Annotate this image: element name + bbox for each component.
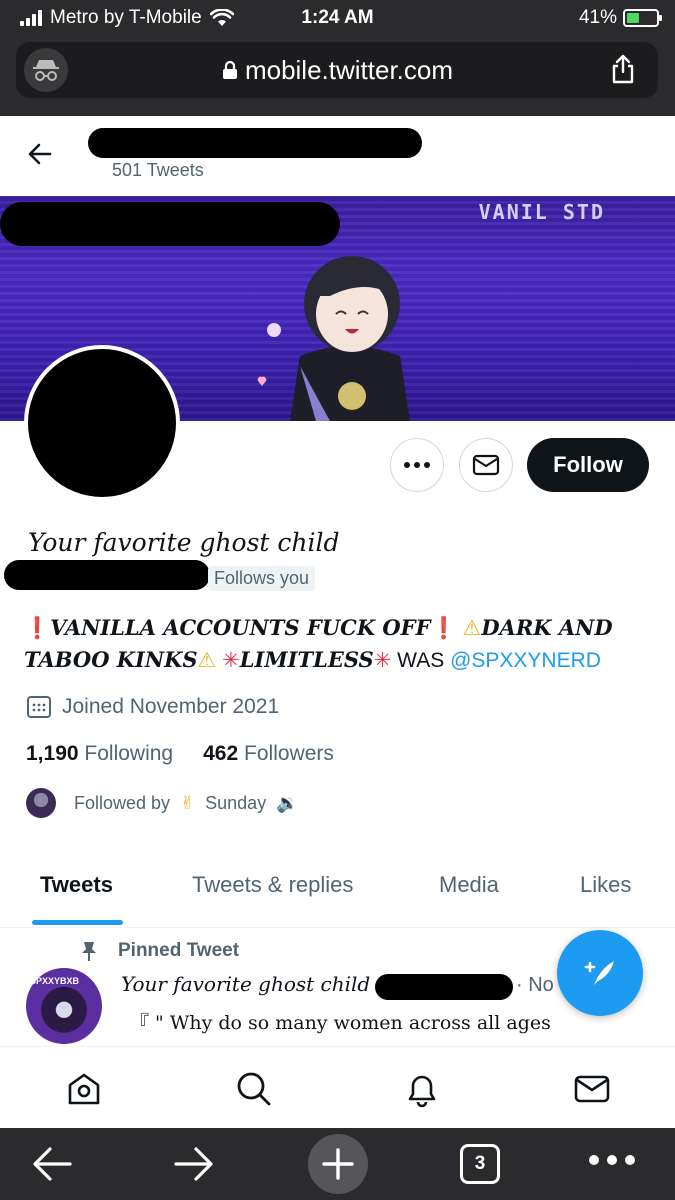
follows-you-badge: Follows you — [208, 566, 316, 591]
compose-tweet-button[interactable] — [557, 930, 643, 1016]
followed-by[interactable]: Followed by ✌ Sunday 🔉 — [26, 788, 299, 818]
browser-back-icon[interactable] — [30, 1144, 74, 1184]
mail-icon — [472, 454, 500, 476]
display-name: Your favorite ghost child — [28, 528, 340, 557]
followers-count: 462 — [203, 742, 239, 765]
profile-tabs: Tweets Tweets & replies Media Likes — [0, 860, 675, 928]
active-tab-indicator — [32, 920, 123, 925]
bio-part1: VANILLA ACCOUNTS FUCK OFF — [50, 615, 431, 640]
followed-by-label: Followed by — [74, 792, 171, 813]
browser-top-chrome: Metro by T-Mobile 1:24 AM 41% mobile.twi… — [0, 0, 675, 116]
back-arrow-icon[interactable] — [26, 140, 54, 168]
joined-date: Joined November 2021 — [26, 694, 279, 720]
tweet-text[interactable]: 『 " Why do so many women across all ages — [130, 1008, 600, 1042]
plus-icon — [322, 1148, 354, 1180]
pinned-tweet-header: Pinned Tweet — [80, 940, 239, 962]
joined-label: Joined November 2021 — [62, 695, 280, 718]
redacted-tweet-handle — [375, 974, 513, 1000]
warning-icon: ⚠ — [197, 649, 217, 672]
status-bar: Metro by T-Mobile 1:24 AM 41% — [0, 0, 675, 36]
search-icon[interactable] — [234, 1069, 274, 1109]
bio-part3: LIMITLESS — [239, 647, 374, 672]
message-button[interactable] — [459, 438, 513, 492]
battery-fill — [627, 13, 639, 23]
follow-button[interactable]: Follow — [527, 438, 649, 492]
status-time: 1:24 AM — [301, 7, 374, 28]
new-tab-button[interactable] — [308, 1134, 368, 1194]
redacted-banner-text — [0, 202, 340, 246]
follow-stats: 1,190 Following 462 Followers — [26, 742, 334, 766]
status-right: 41% — [578, 7, 662, 29]
calendar-icon — [27, 696, 51, 718]
follower-avatar — [26, 788, 56, 818]
notifications-icon[interactable] — [402, 1069, 442, 1109]
url-bar[interactable]: mobile.twitter.com — [16, 42, 658, 98]
tweet-count: 501 Tweets — [112, 160, 204, 180]
tweet-author-avatar[interactable]: SPXXYBXB — [26, 968, 102, 1044]
tab-switcher-button[interactable]: 3 — [460, 1144, 500, 1184]
speaker-icon: 🔉 — [276, 792, 299, 813]
browser-forward-icon[interactable] — [172, 1144, 216, 1184]
url-text[interactable]: mobile.twitter.com — [16, 55, 658, 86]
compose-feather-icon — [584, 961, 614, 985]
redacted-name — [88, 128, 422, 158]
anger-icon: ✳ — [222, 649, 240, 672]
more-icon — [404, 462, 430, 468]
battery-percent: 41% — [578, 7, 617, 28]
url-label: mobile.twitter.com — [244, 55, 454, 85]
warning-icon: ⚠ — [462, 617, 482, 640]
following-label: Following — [84, 742, 174, 765]
more-button[interactable] — [390, 438, 444, 492]
battery-icon — [623, 9, 662, 27]
share-icon[interactable] — [610, 54, 636, 84]
followers-label: Followers — [244, 742, 334, 765]
redacted-handle — [4, 560, 210, 590]
profile-avatar[interactable] — [24, 345, 180, 501]
tab-tweets[interactable]: Tweets — [40, 872, 113, 898]
messages-icon[interactable] — [572, 1069, 612, 1109]
bio-handle-link[interactable]: @SPXXYNERD — [450, 649, 601, 672]
tweet-author-name[interactable]: Your favorite ghost child — [121, 972, 370, 996]
avatar-tag: SPXXYBXB — [30, 976, 80, 986]
exclamation-icon: ❗ — [24, 617, 51, 640]
home-icon[interactable] — [64, 1069, 104, 1109]
following-stat[interactable]: 1,190 Following — [26, 742, 173, 766]
tab-tweets-replies[interactable]: Tweets & replies — [192, 872, 353, 898]
pinned-label: Pinned Tweet — [118, 940, 240, 961]
following-count: 1,190 — [26, 742, 79, 765]
browser-bottom-toolbar: 3 — [0, 1128, 675, 1200]
lock-icon — [222, 60, 237, 79]
followed-by-name: Sunday — [205, 792, 267, 813]
tweet-date[interactable]: · No — [516, 974, 554, 997]
browser-menu-icon[interactable] — [588, 1154, 636, 1166]
profile-bio: ❗VANILLA ACCOUNTS FUCK OFF❗ ⚠DARK AND TA… — [24, 612, 654, 676]
tab-media[interactable]: Media — [439, 872, 499, 898]
followers-stat[interactable]: 462 Followers — [203, 742, 334, 766]
exclamation-icon: ❗ — [430, 617, 457, 640]
pin-icon — [82, 942, 96, 961]
anger-icon: ✳ — [373, 649, 392, 672]
bottom-nav — [0, 1046, 675, 1128]
bio-was: WAS — [397, 649, 445, 672]
rock-hand-icon: ✌ — [180, 792, 196, 813]
tab-likes[interactable]: Likes — [580, 872, 631, 898]
